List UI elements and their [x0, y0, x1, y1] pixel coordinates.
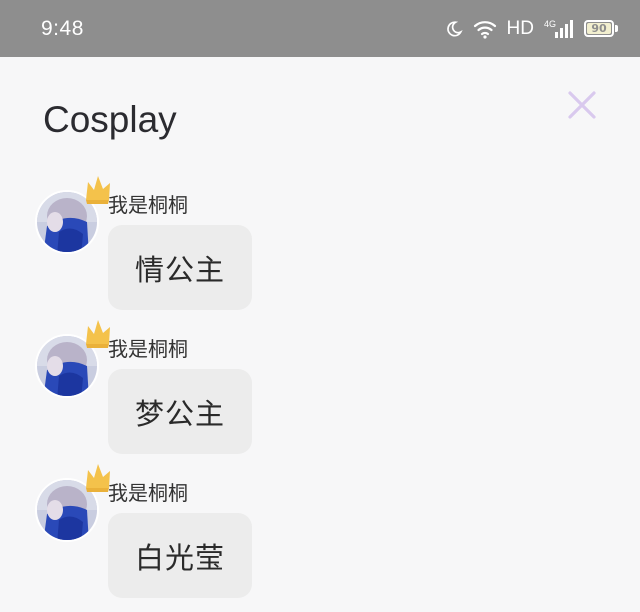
status-time: 9:48 [41, 16, 84, 40]
avatar-wrap[interactable] [35, 176, 110, 254]
battery-icon: 90 [584, 20, 618, 37]
sender-name: 我是桐桐 [108, 337, 188, 361]
avatar-wrap[interactable] [35, 320, 110, 398]
status-bar: 9:48 HD 4G 90 [0, 0, 640, 57]
wifi-icon [473, 19, 497, 39]
message-bubble[interactable]: 情公主 [108, 225, 252, 310]
network-type: 4G [544, 19, 556, 29]
list-item: 我是桐桐 梦公主 [0, 320, 640, 468]
sender-name: 我是桐桐 [108, 481, 188, 505]
list-item: 我是桐桐 情公主 [0, 176, 640, 324]
moon-icon [445, 20, 463, 38]
message-bubble[interactable]: 梦公主 [108, 369, 252, 454]
close-icon [568, 91, 596, 119]
sender-name: 我是桐桐 [108, 193, 188, 217]
signal-icon: 4G [544, 18, 574, 40]
avatar-wrap[interactable] [35, 464, 110, 542]
list-item: 我是桐桐 白光莹 [0, 464, 640, 612]
message-bubble[interactable]: 白光莹 [108, 513, 252, 598]
battery-level: 90 [591, 22, 607, 35]
cosplay-sheet: Cosplay 我是桐桐 情公主 我是桐桐 梦公主 我是桐桐 白光莹 [0, 57, 640, 598]
hd-indicator: HD [506, 17, 534, 39]
close-button[interactable] [564, 87, 600, 123]
sheet-title: Cosplay [43, 99, 177, 140]
status-icons: HD 4G 90 [445, 18, 618, 40]
